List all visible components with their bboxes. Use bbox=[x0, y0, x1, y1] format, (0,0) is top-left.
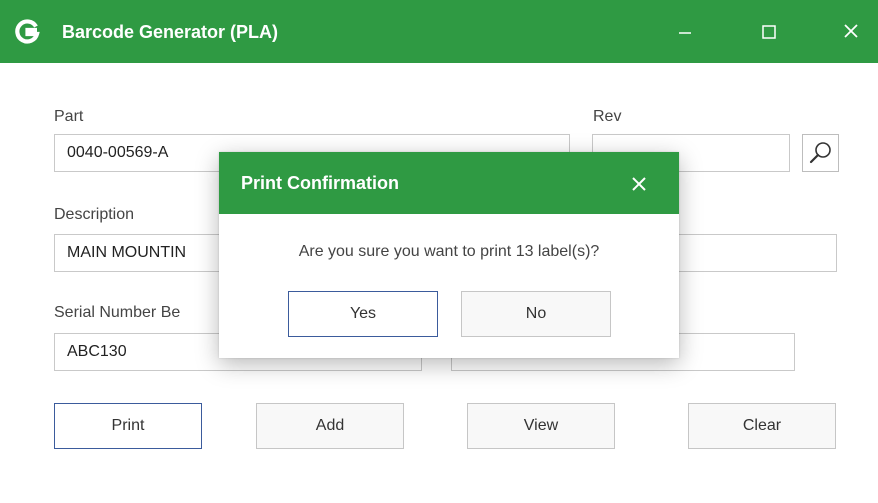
close-icon bbox=[844, 24, 858, 38]
close-button[interactable] bbox=[836, 16, 868, 48]
rev-label: Rev bbox=[593, 108, 622, 125]
search-button[interactable] bbox=[802, 134, 839, 172]
title-bar[interactable]: Barcode Generator (PLA) bbox=[0, 0, 878, 63]
barcode-generator-window: Barcode Generator (PLA) Part 0040-00569-… bbox=[0, 0, 878, 503]
clear-button[interactable]: Clear bbox=[688, 403, 836, 449]
print-confirmation-dialog: Print Confirmation Are you sure you want… bbox=[219, 152, 679, 358]
dialog-title: Print Confirmation bbox=[241, 173, 399, 193]
part-label: Part bbox=[54, 108, 84, 125]
g-logo-icon bbox=[15, 19, 40, 44]
view-button[interactable]: View bbox=[467, 403, 615, 449]
window-title: Barcode Generator (PLA) bbox=[62, 22, 279, 42]
maximize-button[interactable] bbox=[753, 16, 785, 48]
print-button[interactable]: Print bbox=[54, 403, 202, 449]
no-button[interactable]: No bbox=[461, 291, 611, 337]
dialog-message: Are you sure you want to print 13 label(… bbox=[298, 243, 600, 260]
dialog-header: Print Confirmation bbox=[219, 152, 679, 214]
dialog-close-icon[interactable] bbox=[627, 172, 651, 196]
description-label: Description bbox=[54, 206, 135, 223]
serial-number-label: Serial Number Be bbox=[54, 304, 181, 321]
minimize-button[interactable] bbox=[669, 16, 701, 48]
minimize-icon bbox=[679, 32, 691, 34]
maximize-icon bbox=[762, 25, 776, 39]
search-icon bbox=[809, 142, 831, 164]
yes-button[interactable]: Yes bbox=[288, 291, 438, 337]
add-button[interactable]: Add bbox=[256, 403, 404, 449]
